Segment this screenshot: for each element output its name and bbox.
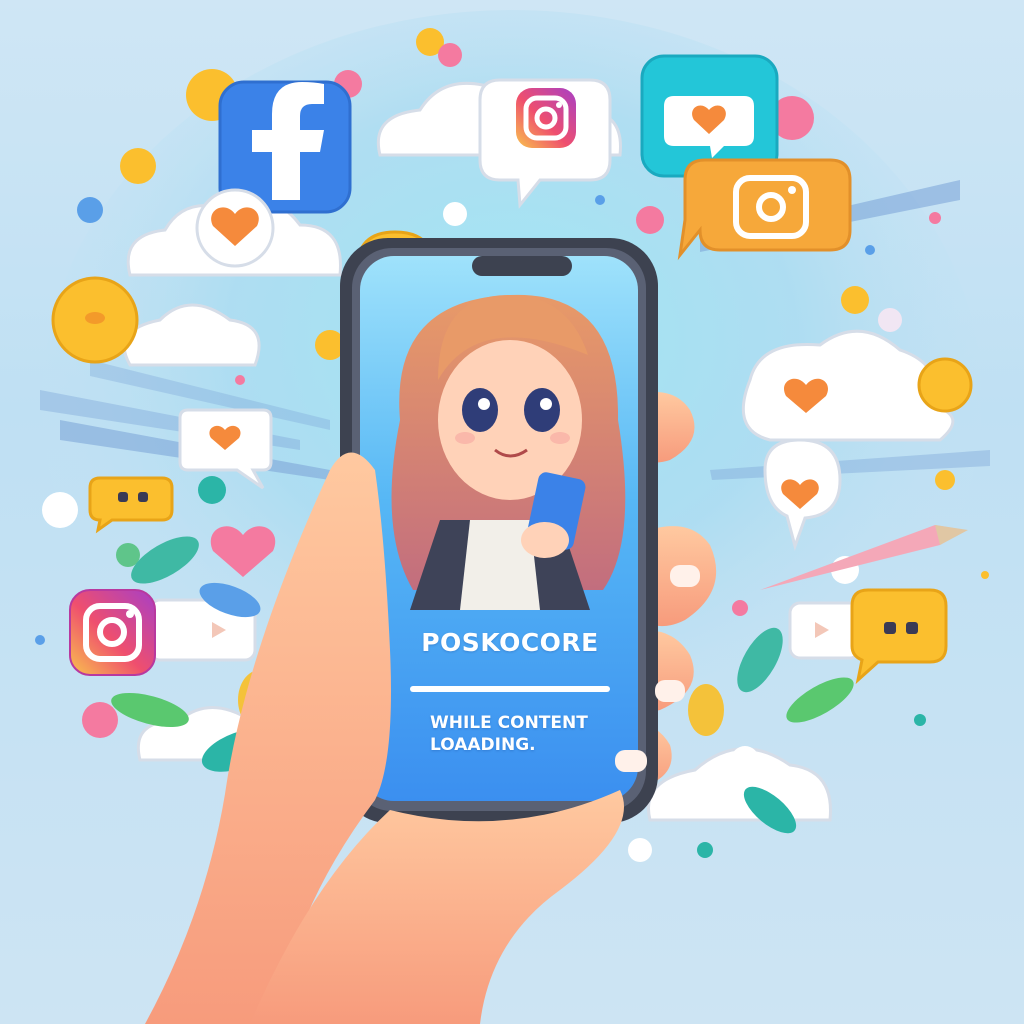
orb-icon: [917, 357, 973, 413]
loading-progress-bar: [410, 686, 610, 692]
orb-icon: [51, 276, 139, 364]
character-avatar: [391, 294, 626, 610]
heart-icon: [195, 188, 275, 268]
app-name: POSKOCORE: [421, 628, 599, 657]
chat-bubble-icon: [640, 54, 779, 178]
status-line-2: LOAADING.: [430, 735, 536, 755]
status-line-1: WHILE CONTENT: [430, 713, 588, 733]
illustration: [35, 10, 990, 1024]
loading-status-text: WHILE CONTENT LOAADING.: [430, 712, 590, 756]
instagram-icon: [677, 158, 852, 261]
